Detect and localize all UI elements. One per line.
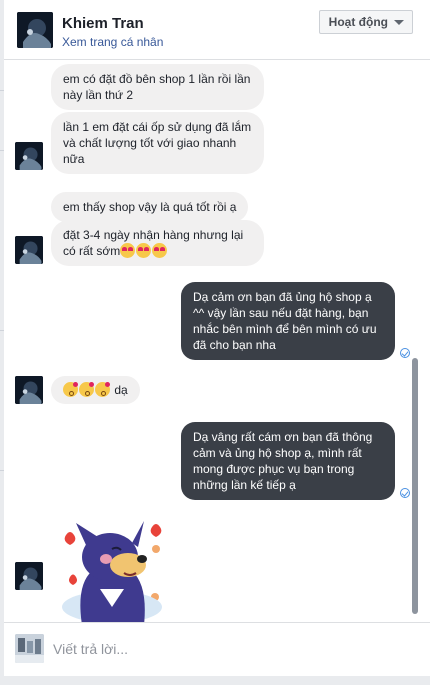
contact-name[interactable]: Khiem Tran [62, 15, 144, 32]
heart-eyes-emoji-icon [136, 243, 152, 258]
heart-eyes-emoji-icon [152, 243, 168, 258]
message-text: Dạ cảm ơn bạn đã ủng hộ shop ạ ^^ vậy lầ… [193, 290, 377, 352]
status-dropdown-button[interactable]: Hoạt động [318, 10, 413, 34]
heart-eyes-emoji-icon [120, 243, 136, 258]
contact-avatar[interactable] [17, 12, 53, 48]
message-text: dạ [114, 383, 128, 397]
message-bubble-incoming: dạ [51, 376, 140, 404]
view-profile-link[interactable]: Xem trang cá nhân [62, 35, 163, 49]
chevron-down-icon [394, 20, 404, 25]
message-text: lần 1 em đặt cái ốp sử dụng đã lắm và ch… [63, 120, 252, 166]
message-text: Dạ vâng rất cám ơn bạn đã thông cảm và ủ… [193, 430, 373, 492]
chat-window: Khiem Tran Xem trang cá nhân Hoạt động e… [0, 0, 430, 685]
message-bubble-outgoing: Dạ vâng rất cám ơn bạn đã thông cảm và ủ… [181, 422, 395, 500]
page-avatar [15, 634, 44, 663]
reply-composer [4, 622, 430, 676]
kiss-emoji-icon [95, 382, 110, 397]
contact-avatar[interactable] [15, 376, 43, 404]
conversation-header: Khiem Tran Xem trang cá nhân Hoạt động [4, 0, 430, 60]
seen-check-icon [400, 348, 410, 358]
contact-avatar[interactable] [15, 142, 43, 170]
status-dropdown-label: Hoạt động [328, 15, 388, 29]
kiss-emoji-icon [79, 382, 94, 397]
message-bubble-incoming: đặt 3-4 ngày nhận hàng nhưng lại có rất … [51, 220, 264, 266]
contact-avatar[interactable] [15, 562, 43, 590]
message-bubble-outgoing: Dạ cảm ơn bạn đã ủng hộ shop ạ ^^ vậy lầ… [181, 282, 395, 360]
message-text: em có đặt đồ bên shop 1 lần rồi lần này … [63, 72, 251, 102]
message-bubble-incoming: em có đặt đồ bên shop 1 lần rồi lần này … [51, 64, 264, 110]
scrollbar-thumb[interactable] [412, 358, 418, 614]
reply-input[interactable] [53, 639, 393, 659]
kiss-emoji-icon [63, 382, 78, 397]
message-bubble-incoming: em thấy shop vậy là quá tốt rồi ạ [51, 192, 249, 222]
blue-dog-sticker[interactable] [52, 515, 172, 622]
contact-avatar[interactable] [15, 236, 43, 264]
bottom-edge [0, 676, 430, 685]
message-bubble-incoming: lần 1 em đặt cái ốp sử dụng đã lắm và ch… [51, 112, 264, 174]
seen-check-icon [400, 488, 410, 498]
message-text: em thấy shop vậy là quá tốt rồi ạ [63, 200, 237, 214]
message-list: em có đặt đồ bên shop 1 lần rồi lần này … [4, 60, 430, 622]
